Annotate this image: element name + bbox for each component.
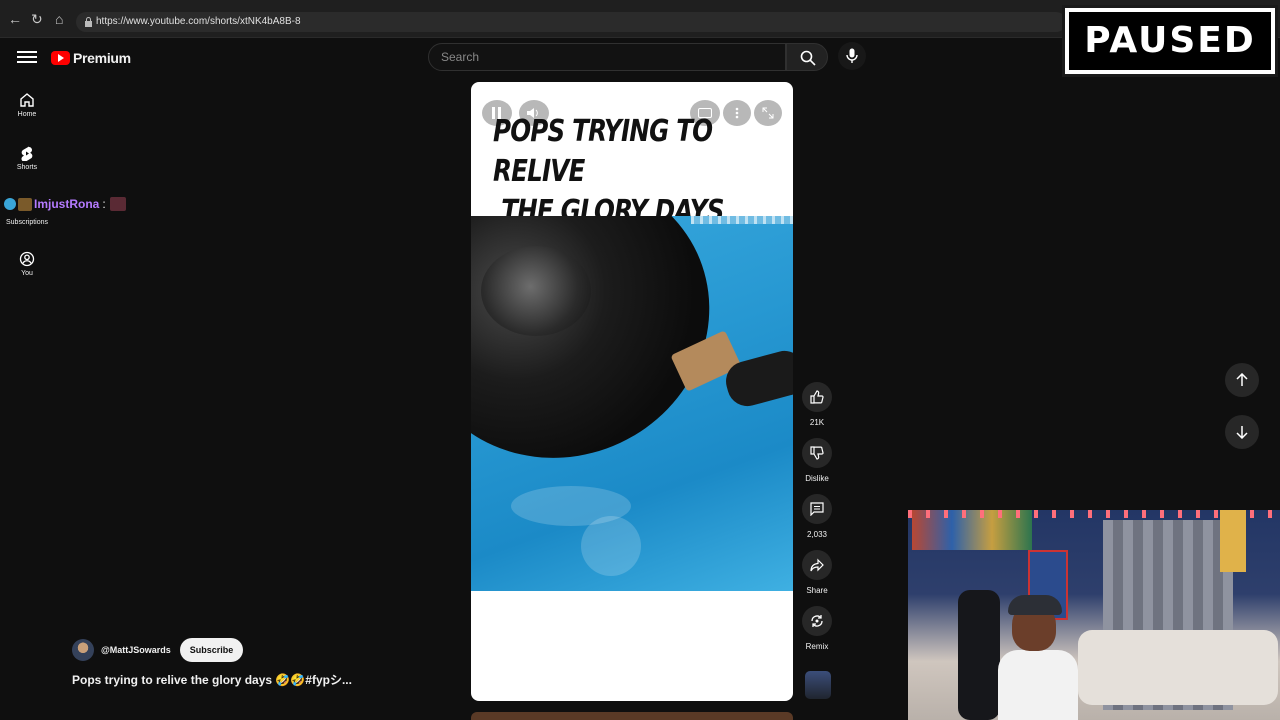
streamer-cap xyxy=(1008,595,1062,615)
search-icon xyxy=(800,50,816,66)
url-text: https://www.youtube.com/shorts/xtNK4bA8B… xyxy=(96,16,301,27)
remix-button[interactable]: Remix xyxy=(802,606,832,651)
previous-short-button[interactable] xyxy=(1225,363,1259,397)
chat-separator: : xyxy=(102,197,106,211)
avatar[interactable] xyxy=(72,639,94,661)
back-icon[interactable]: ← xyxy=(8,10,22,28)
youtube-logo[interactable]: Premium xyxy=(51,49,131,67)
dislike-label: Dislike xyxy=(805,474,829,483)
remix-icon xyxy=(811,615,823,627)
sidebar-item-label: You xyxy=(21,270,33,277)
chat-emote-icon xyxy=(109,197,126,211)
paused-overlay: PAUSED xyxy=(1062,5,1278,77)
short-video-player[interactable]: POPS TRYING TO RELIVE THE GLORY DAYS xyxy=(471,82,793,701)
more-vert-icon xyxy=(735,107,739,119)
streamer-shirt xyxy=(998,650,1078,720)
fullscreen-button[interactable] xyxy=(754,100,782,126)
arrow-up-icon xyxy=(1236,373,1248,386)
chat-badge-icon xyxy=(18,197,32,211)
comment-icon xyxy=(810,502,824,516)
search-input[interactable]: Search xyxy=(428,43,786,71)
expand-icon xyxy=(762,107,774,119)
home-icon xyxy=(20,93,34,107)
sidebar-item-label: Subscriptions xyxy=(5,219,49,226)
chat-message: ImjustRona : xyxy=(4,197,126,211)
webcam-overlay xyxy=(908,510,1280,720)
water-ripple xyxy=(581,516,641,576)
tube-valve xyxy=(481,246,591,336)
sidebar-item-label: Home xyxy=(17,111,37,118)
subscribe-button[interactable]: Subscribe xyxy=(179,638,244,662)
search-button[interactable] xyxy=(786,43,828,71)
channel-name[interactable]: @MattJSowards xyxy=(101,645,171,655)
share-label: Share xyxy=(806,586,828,595)
next-short-button[interactable] xyxy=(1225,415,1259,449)
address-bar[interactable]: https://www.youtube.com/shorts/xtNK4bA8B… xyxy=(76,12,1066,32)
remix-label: Remix xyxy=(805,642,829,651)
home-browser-icon[interactable]: ⌂ xyxy=(55,10,63,28)
voice-search-button[interactable] xyxy=(838,42,866,70)
chat-username: ImjustRona xyxy=(34,197,100,211)
sidebar-item-label: Shorts xyxy=(16,164,38,171)
like-count: 21K xyxy=(809,418,825,427)
couch xyxy=(1078,630,1278,705)
streamer xyxy=(998,595,1078,720)
share-icon xyxy=(810,558,824,572)
paused-text: PAUSED xyxy=(1084,20,1256,61)
next-video-peek[interactable] xyxy=(471,712,793,720)
pool-edge xyxy=(691,216,793,224)
reload-icon[interactable]: ↻ xyxy=(31,10,43,28)
caption-line: POPS TRYING TO RELIVE xyxy=(493,114,713,189)
dislike-button[interactable]: Dislike xyxy=(802,438,832,483)
paused-background: PAUSED xyxy=(1069,12,1271,70)
video-caption: POPS TRYING TO RELIVE THE GLORY DAYS xyxy=(493,112,731,232)
comments-button[interactable]: 2,033 xyxy=(802,494,832,539)
shorts-icon xyxy=(21,146,33,161)
search-placeholder: Search xyxy=(441,50,480,64)
sidebar-item-subscriptions[interactable]: Subscriptions xyxy=(1,216,53,226)
sidebar-item-shorts[interactable]: Shorts xyxy=(1,145,53,171)
sound-thumbnail[interactable] xyxy=(805,671,831,699)
video-frame xyxy=(471,216,793,591)
sidebar-item-home[interactable]: Home xyxy=(1,92,53,118)
like-button[interactable]: 21K xyxy=(802,382,832,427)
menu-icon[interactable] xyxy=(17,48,37,66)
logo-text: Premium xyxy=(73,50,131,66)
wall-flag xyxy=(1220,510,1246,572)
thumbs-up-icon xyxy=(810,390,824,404)
video-title[interactable]: Pops trying to relive the glory days 🤣🤣#… xyxy=(72,671,352,688)
account-icon xyxy=(19,251,35,267)
arrow-down-icon xyxy=(1236,426,1248,439)
gaming-chair xyxy=(958,590,1000,720)
comment-count: 2,033 xyxy=(806,530,828,539)
sidebar-item-you[interactable]: You xyxy=(1,251,53,277)
chat-badge-icon xyxy=(4,198,16,210)
thumbs-down-icon xyxy=(810,446,824,460)
channel-row: @MattJSowards Subscribe xyxy=(72,638,244,662)
lock-icon xyxy=(85,17,92,27)
youtube-play-icon xyxy=(51,51,70,65)
share-button[interactable]: Share xyxy=(802,550,832,595)
microphone-icon xyxy=(846,48,858,63)
